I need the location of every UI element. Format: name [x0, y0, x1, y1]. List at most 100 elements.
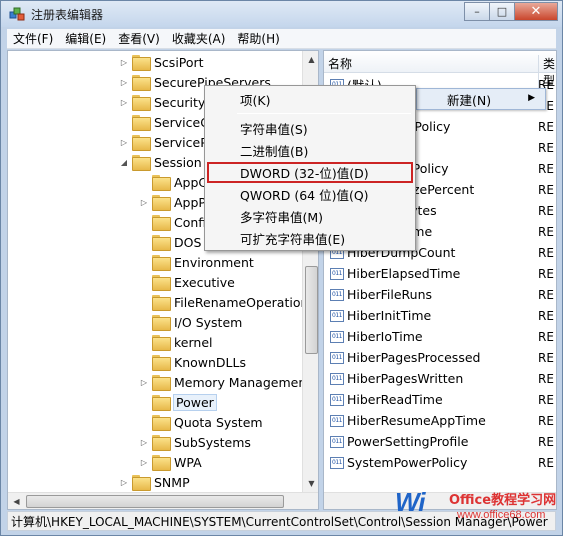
- value-list-row[interactable]: 011 HiberResumeAppTime RE: [324, 410, 556, 431]
- menu-item-string-value[interactable]: 字符串值(S): [207, 118, 413, 139]
- expand-arrow-icon[interactable]: ▷: [138, 456, 150, 468]
- tree-item[interactable]: Environment: [138, 252, 254, 272]
- folder-icon: [152, 315, 171, 331]
- scroll-left-arrow-icon[interactable]: ◀: [8, 493, 25, 509]
- tree-item[interactable]: I/O System: [138, 312, 242, 332]
- tree-item[interactable]: FileRenameOperations: [138, 292, 315, 312]
- menu-file[interactable]: 文件(F): [7, 30, 59, 47]
- value-list-row[interactable]: 011 HiberPagesProcessed RE: [324, 347, 556, 368]
- menu-item-multi-string-value[interactable]: 多字符串值(M): [207, 206, 413, 227]
- menu-favorites[interactable]: 收藏夹(A): [166, 30, 232, 47]
- value-name: HiberElapsedTime: [347, 266, 461, 281]
- value-name: PowerSettingProfile: [347, 434, 469, 449]
- tree-item[interactable]: KnownDLLs: [138, 352, 246, 372]
- value-list-row[interactable]: 011 HiberElapsedTime RE: [324, 263, 556, 284]
- value-list-row[interactable]: 011 HiberReadTime RE: [324, 389, 556, 410]
- menu-item-dword-value[interactable]: DWORD (32-位)值(D): [207, 162, 413, 183]
- value-type: RE: [538, 182, 554, 197]
- scroll-up-arrow-icon[interactable]: ▲: [303, 51, 318, 68]
- registry-editor-window: 注册表编辑器 – □ ✕ 文件(F) 编辑(E) 查看(V) 收藏夹(A) 帮助…: [0, 0, 563, 536]
- expand-arrow-icon[interactable]: ▷: [118, 476, 130, 488]
- expand-arrow-icon[interactable]: ▷: [118, 96, 130, 108]
- tree-hscroll-thumb[interactable]: [26, 495, 284, 508]
- tree-item-label: SubSystems: [174, 434, 251, 450]
- value-list-row[interactable]: 011 HiberPagesWritten RE: [324, 368, 556, 389]
- expand-arrow-icon[interactable]: ▷: [118, 76, 130, 88]
- folder-icon: [152, 415, 171, 431]
- tree-item[interactable]: Power: [138, 392, 217, 412]
- tree-horizontal-scrollbar[interactable]: ◀: [8, 492, 318, 509]
- value-type: RE: [538, 266, 554, 281]
- value-list-row[interactable]: 011 HiberFileRuns RE: [324, 284, 556, 305]
- value-type: RE: [538, 413, 554, 428]
- menu-view[interactable]: 查看(V): [112, 30, 166, 47]
- tree-item[interactable]: ▷ WPA: [138, 452, 202, 472]
- tree-item-label: I/O System: [174, 314, 243, 330]
- value-name: HiberFileRuns: [347, 287, 433, 302]
- folder-icon: [152, 275, 171, 291]
- value-list-row[interactable]: 011 HiberInitTime RE: [324, 305, 556, 326]
- tree-item[interactable]: Quota System: [138, 412, 263, 432]
- folder-icon: [132, 75, 151, 91]
- menu-item-binary-value[interactable]: 二进制值(B): [207, 140, 413, 161]
- folder-icon: [132, 95, 151, 111]
- tree-item-label: KnownDLLs: [174, 354, 246, 370]
- expand-arrow-icon[interactable]: ▷: [118, 56, 130, 68]
- value-list-row[interactable]: 011 SystemPowerPolicy RE: [324, 452, 556, 473]
- expand-arrow-icon: [138, 276, 150, 288]
- tree-item-label: Environment: [174, 254, 254, 270]
- tree-item[interactable]: ▷ ScsiPort: [118, 52, 204, 72]
- title-bar[interactable]: 注册表编辑器 – □ ✕: [1, 1, 562, 27]
- tree-item[interactable]: ▷ Memory Management: [138, 372, 311, 392]
- value-type: RE: [538, 119, 554, 134]
- expand-arrow-icon[interactable]: ▷: [138, 436, 150, 448]
- menu-item-key[interactable]: 项(K): [207, 89, 413, 110]
- folder-icon: [132, 115, 151, 131]
- value-type: RE: [538, 350, 554, 365]
- expand-arrow-icon[interactable]: ▷: [118, 136, 130, 148]
- tree-item-label: Executive: [174, 274, 235, 290]
- expand-arrow-icon: [138, 316, 150, 328]
- collapse-arrow-icon[interactable]: ◢: [118, 156, 130, 168]
- window-controls: – □ ✕: [464, 2, 558, 21]
- expand-arrow-icon: [138, 336, 150, 348]
- tree-scroll-thumb[interactable]: [305, 266, 318, 354]
- tree-item[interactable]: Executive: [138, 272, 235, 292]
- expand-arrow-icon[interactable]: ▷: [138, 196, 150, 208]
- minimize-button[interactable]: –: [464, 2, 490, 21]
- value-type: RE: [538, 308, 554, 323]
- new-menu-label: 新建(N): [447, 92, 492, 108]
- context-submenu-new[interactable]: 新建(N) ▶: [416, 88, 546, 110]
- expand-arrow-icon: [138, 236, 150, 248]
- menu-edit[interactable]: 编辑(E): [59, 30, 112, 47]
- maximize-button[interactable]: □: [489, 2, 515, 21]
- folder-icon: [132, 55, 151, 71]
- value-list-row[interactable]: 011 PowerSettingProfile RE: [324, 431, 556, 452]
- tree-item[interactable]: kernel: [138, 332, 213, 352]
- folder-icon: [152, 455, 171, 471]
- list-header: 名称 类型: [324, 51, 556, 89]
- expand-arrow-icon: [138, 356, 150, 368]
- tree-item[interactable]: ▷ SubSystems: [138, 432, 251, 452]
- registry-value-icon: 011: [330, 309, 344, 322]
- watermark-site-url: www.office68.com: [457, 509, 546, 521]
- registry-value-icon: 011: [330, 372, 344, 385]
- close-button[interactable]: ✕: [514, 2, 558, 21]
- expand-arrow-icon: [138, 396, 150, 408]
- menu-item-expandable-string-value[interactable]: 可扩充字符串值(E): [207, 228, 413, 249]
- folder-icon: [152, 215, 171, 231]
- folder-icon: [152, 375, 171, 391]
- value-list-row[interactable]: 011 HiberIoTime RE: [324, 326, 556, 347]
- value-name: HiberInitTime: [347, 308, 432, 323]
- value-name: SystemPowerPolicy: [347, 455, 468, 470]
- folder-icon: [152, 195, 171, 211]
- expand-arrow-icon[interactable]: ▷: [138, 376, 150, 388]
- scroll-down-arrow-icon[interactable]: ▼: [303, 475, 318, 492]
- menu-item-qword-value[interactable]: QWORD (64 位)值(Q): [207, 184, 413, 205]
- expand-arrow-icon: [138, 256, 150, 268]
- menu-help[interactable]: 帮助(H): [231, 30, 285, 47]
- column-header-name[interactable]: 名称: [328, 55, 352, 72]
- value-type: RE: [538, 392, 554, 407]
- tree-item[interactable]: ▷ SNMP: [118, 472, 190, 492]
- value-type: RE: [538, 203, 554, 218]
